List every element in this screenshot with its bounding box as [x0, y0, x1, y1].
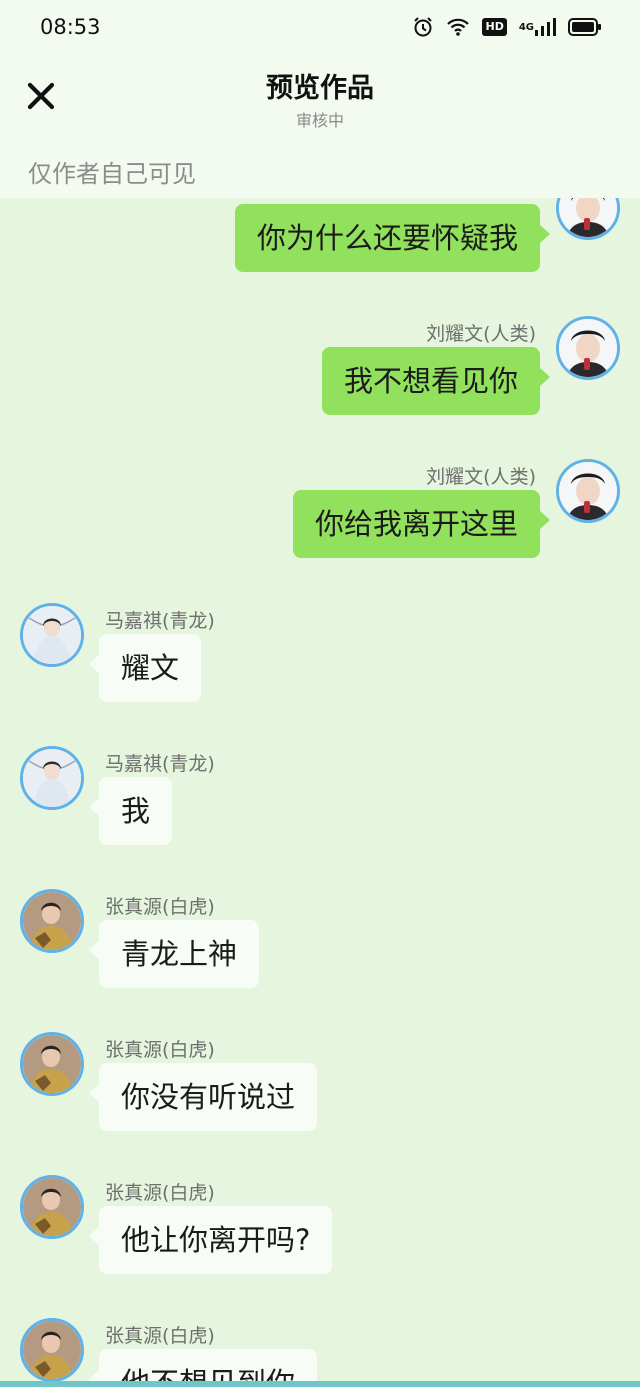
zhang-zhenyuan-avatar[interactable] [20, 1175, 84, 1239]
message-bubble[interactable]: 你给我离开这里 [292, 490, 551, 558]
sender-name: 刘耀文(人类) [426, 323, 536, 345]
status-time: 08:53 [40, 15, 101, 39]
sender-name: 刘耀文(人类) [426, 466, 536, 488]
message-bubble[interactable]: 我不想看见你 [321, 347, 551, 415]
ma-jiaqi-avatar[interactable] [20, 746, 84, 810]
message-bubble[interactable]: 他让你离开吗? [88, 1206, 333, 1274]
sender-name: 马嘉祺(青龙) [105, 610, 215, 632]
bottom-edge-bar [0, 1381, 640, 1387]
page-title: 预览作品 [266, 73, 374, 104]
message-bubble[interactable]: 我 [88, 777, 173, 845]
sender-name: 张真源(白虎) [105, 1325, 215, 1347]
liu-yaowen-avatar[interactable] [556, 459, 620, 523]
wifi-icon [446, 17, 470, 37]
review-status: 审核中 [295, 111, 344, 130]
message-bubble[interactable]: 耀文 [88, 634, 202, 702]
zhang-zhenyuan-avatar[interactable] [20, 1032, 84, 1096]
zhang-zhenyuan-avatar[interactable] [20, 1318, 84, 1382]
sender-name: 马嘉祺(青龙) [105, 753, 215, 775]
status-bar: 08:53 HD 4G [0, 0, 640, 56]
ma-jiaqi-avatar[interactable] [20, 603, 84, 667]
message-bubble[interactable]: 你为什么还要怀疑我 [234, 204, 551, 272]
status-icons: HD 4G [412, 16, 602, 38]
battery-icon [568, 17, 602, 37]
liu-yaowen-avatar[interactable] [556, 316, 620, 380]
liu-yaowen-avatar[interactable] [556, 198, 620, 240]
sender-name: 张真源(白虎) [105, 1039, 215, 1061]
message-bubble[interactable]: 青龙上神 [88, 920, 260, 988]
visibility-notice: 仅作者自己可见 [0, 146, 640, 198]
message-bubble[interactable]: 你没有听说过 [88, 1063, 318, 1131]
sender-name: 张真源(白虎) [105, 896, 215, 918]
hd-badge: HD [482, 18, 507, 36]
sender-name: 张真源(白虎) [105, 1182, 215, 1204]
network-type-label: 4G [518, 21, 534, 33]
top-bar: 预览作品 审核中 [0, 56, 640, 146]
signal-icon: 4G [519, 17, 556, 37]
alarm-icon [412, 16, 434, 38]
zhang-zhenyuan-avatar[interactable] [20, 889, 84, 953]
visibility-notice-text: 仅作者自己可见 [28, 160, 196, 188]
chat-list[interactable]: 你为什么还要怀疑我 刘耀文(人类) 我不想看见你 刘耀文(人类) 你给我离开这里… [0, 198, 640, 1387]
